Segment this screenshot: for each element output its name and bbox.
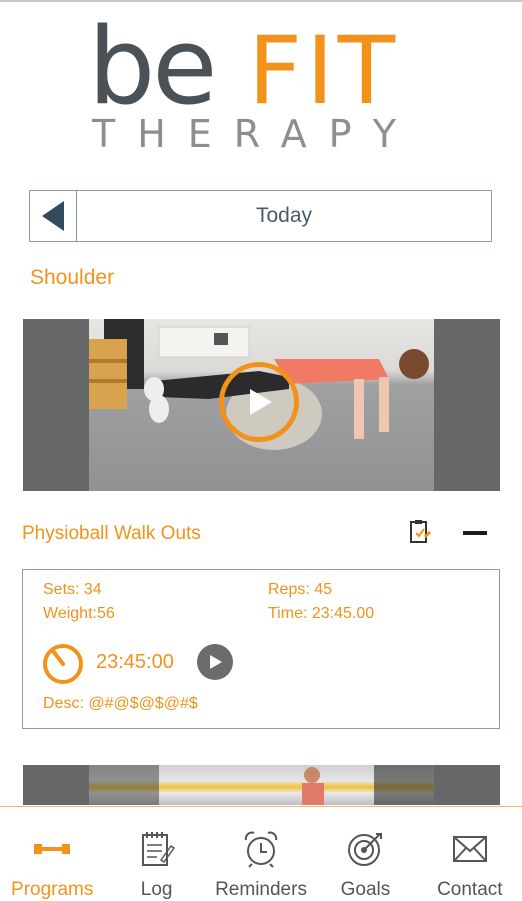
collapse-minus-icon[interactable]: [463, 531, 487, 535]
timer-play-button[interactable]: [197, 644, 233, 680]
tab-contact[interactable]: Contact: [418, 807, 522, 901]
description-value: Desc: @#@$@$@#$: [43, 695, 198, 712]
timer-value: 23:45:00: [96, 651, 174, 673]
reps-value: Reps: 45: [268, 581, 333, 598]
weight-value: Weight:56: [43, 605, 115, 622]
befit-therapy-logo: be FIT THERAPY: [0, 14, 522, 160]
section-title: Shoulder: [30, 266, 115, 289]
previous-day-button[interactable]: [30, 191, 77, 241]
tab-label: Goals: [340, 879, 391, 900]
tab-label: Programs: [11, 879, 94, 900]
target-icon: [346, 827, 384, 871]
tab-label: Log: [140, 879, 173, 900]
time-value: Time: 23:45.00: [268, 605, 375, 622]
logo-be: be: [88, 5, 217, 128]
video-thumbnail: [89, 765, 434, 805]
tab-reminders[interactable]: Reminders: [209, 807, 313, 901]
stopwatch-icon[interactable]: [41, 642, 85, 686]
bottom-tab-bar: Programs Log Reminders Goals Contact: [0, 806, 522, 901]
video-scene: [89, 765, 434, 805]
tab-goals[interactable]: Goals: [313, 807, 417, 901]
date-label: Today: [255, 204, 313, 227]
play-icon: [250, 389, 272, 415]
logo-therapy: THERAPY: [92, 112, 418, 156]
video-play-button[interactable]: [219, 362, 299, 442]
back-triangle-icon: [42, 201, 64, 231]
sets-value: Sets: 34: [43, 581, 102, 598]
top-divider: [0, 0, 522, 2]
exercise-details-card: Sets: 34 Reps: 45 Weight:56 Time: 23:45.…: [22, 569, 500, 729]
play-icon: [210, 655, 222, 669]
logo-fit: FIT: [248, 17, 400, 126]
tab-programs[interactable]: Programs: [0, 807, 104, 901]
alarm-clock-icon: [242, 827, 280, 871]
date-navigator: Today: [29, 190, 492, 242]
exercise-name: Physioball Walk Outs: [22, 523, 201, 544]
next-exercise-video[interactable]: [23, 765, 500, 805]
tab-label: Reminders: [215, 879, 307, 900]
clipboard-edit-icon[interactable]: [408, 519, 432, 545]
exercise-video[interactable]: [23, 319, 500, 491]
notepad-icon: [139, 827, 175, 871]
dumbbell-icon: [34, 827, 71, 871]
tab-label: Contact: [437, 879, 503, 900]
tab-log[interactable]: Log: [104, 807, 208, 901]
envelope-icon: [452, 827, 488, 871]
